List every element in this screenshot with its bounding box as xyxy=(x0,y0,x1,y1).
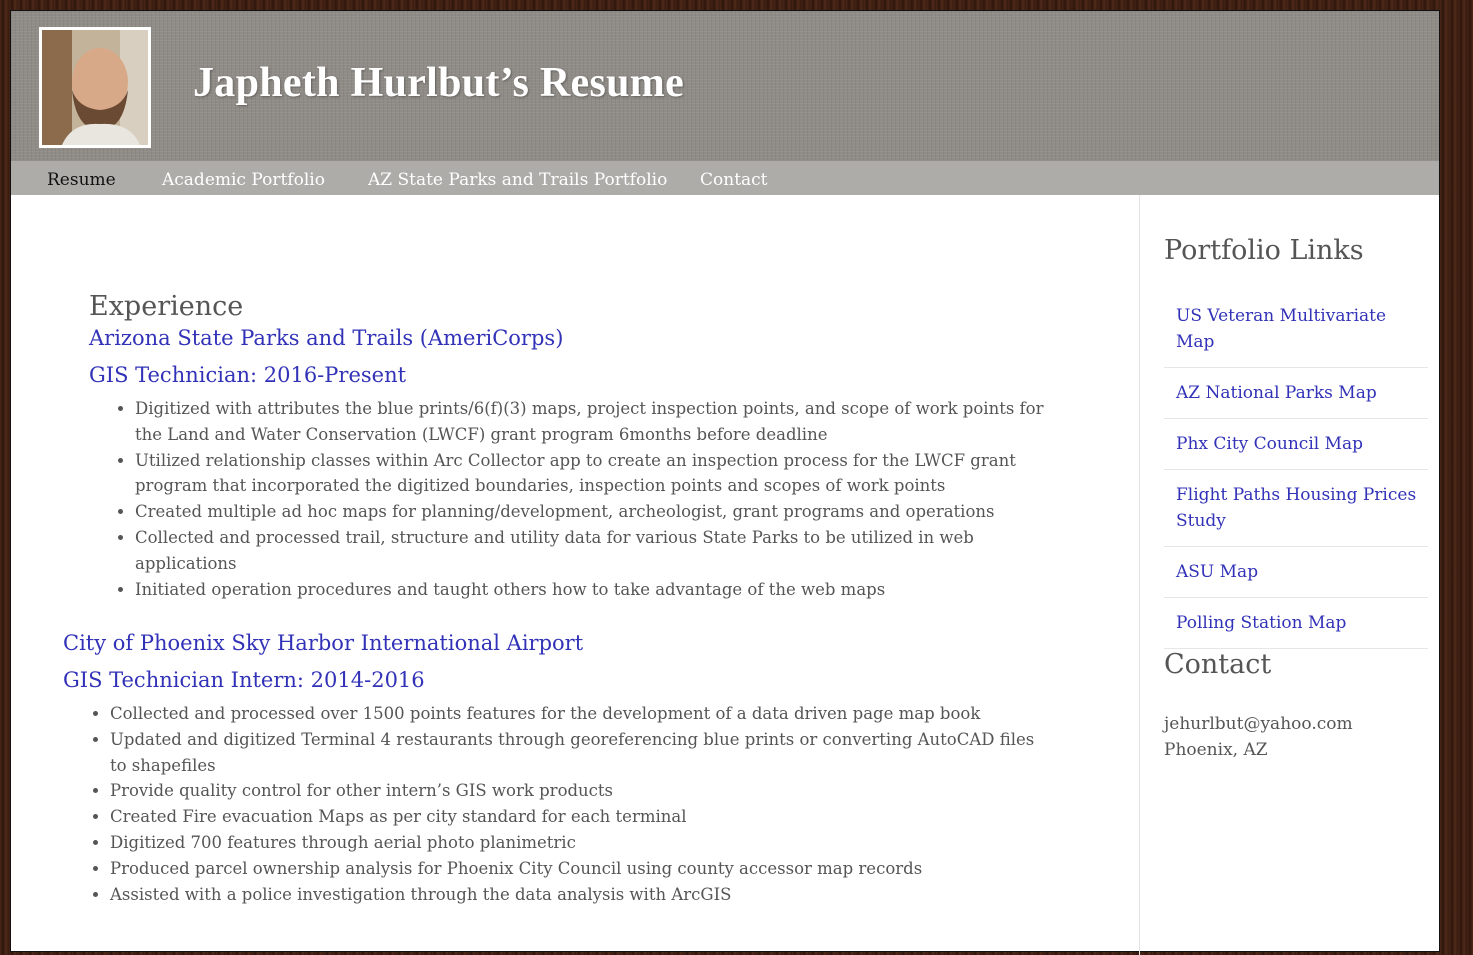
list-item: Digitized 700 features through aerial ph… xyxy=(110,830,1050,856)
list-item: ASU Map xyxy=(1164,547,1428,598)
list-item: Collected and processed over 1500 points… xyxy=(110,701,1050,727)
list-item: Assisted with a police investigation thr… xyxy=(110,882,1050,908)
list-item: Flight Paths Housing Prices Study xyxy=(1164,470,1428,547)
list-item: Provide quality control for other intern… xyxy=(110,778,1050,804)
portfolio-link-polling-station-map[interactable]: Polling Station Map xyxy=(1176,610,1420,636)
list-item: US Veteran Multivariate Map xyxy=(1164,291,1428,368)
nav-item-academic-portfolio[interactable]: Academic Portfolio xyxy=(162,161,325,195)
job-bullets-az-state-parks: Digitized with attributes the blue print… xyxy=(115,396,1075,602)
portfolio-link-us-veteran-map[interactable]: US Veteran Multivariate Map xyxy=(1176,303,1420,355)
job-bullets-phoenix-sky-harbor: Collected and processed over 1500 points… xyxy=(90,701,1050,907)
contact-location: Phoenix, AZ xyxy=(1164,740,1268,760)
list-item: Collected and processed trail, structure… xyxy=(135,525,1075,577)
list-item: Utilized relationship classes within Arc… xyxy=(135,448,1075,500)
list-item: Produced parcel ownership analysis for P… xyxy=(110,856,1050,882)
profile-photo-image xyxy=(42,30,148,145)
portfolio-link-flight-paths-study[interactable]: Flight Paths Housing Prices Study xyxy=(1176,482,1420,534)
main-nav: Resume Academic Portfolio AZ State Parks… xyxy=(11,161,1439,195)
nav-item-az-state-parks-portfolio[interactable]: AZ State Parks and Trails Portfolio xyxy=(368,161,667,195)
job-title-gis-technician-intern: GIS Technician Intern: 2014-2016 xyxy=(63,668,425,692)
page: Japheth Hurlbut’s Resume Resume Academic… xyxy=(10,10,1440,955)
main-content: Experience Arizona State Parks and Trail… xyxy=(11,195,1139,955)
job-org-phoenix-sky-harbor: City of Phoenix Sky Harbor International… xyxy=(63,631,584,655)
contact-heading: Contact xyxy=(1164,649,1272,680)
nav-item-resume[interactable]: Resume xyxy=(47,161,116,195)
list-item: Polling Station Map xyxy=(1164,598,1428,649)
contact-email: jehurlbut@yahoo.com xyxy=(1164,714,1353,734)
portfolio-link-asu-map[interactable]: ASU Map xyxy=(1176,559,1420,585)
experience-heading: Experience xyxy=(89,291,244,322)
list-item: Created multiple ad hoc maps for plannin… xyxy=(135,499,1075,525)
portfolio-links-list: US Veteran Multivariate Map AZ National … xyxy=(1164,291,1428,649)
job-title-gis-technician: GIS Technician: 2016-Present xyxy=(89,363,407,387)
portfolio-link-az-national-parks-map[interactable]: AZ National Parks Map xyxy=(1176,380,1420,406)
profile-photo xyxy=(39,27,151,148)
list-item: Phx City Council Map xyxy=(1164,419,1428,470)
list-item: Created Fire evacuation Maps as per city… xyxy=(110,804,1050,830)
site-header: Japheth Hurlbut’s Resume xyxy=(11,11,1439,161)
list-item: Digitized with attributes the blue print… xyxy=(135,396,1075,448)
portfolio-links-heading: Portfolio Links xyxy=(1164,235,1364,266)
list-item: Initiated operation procedures and taugh… xyxy=(135,577,1075,603)
list-item: AZ National Parks Map xyxy=(1164,368,1428,419)
list-item: Updated and digitized Terminal 4 restaur… xyxy=(110,727,1050,779)
site-title: Japheth Hurlbut’s Resume xyxy=(193,60,685,106)
portfolio-link-phx-city-council-map[interactable]: Phx City Council Map xyxy=(1176,431,1420,457)
nav-item-contact[interactable]: Contact xyxy=(700,161,768,195)
job-org-az-state-parks: Arizona State Parks and Trails (AmeriCor… xyxy=(89,326,564,350)
sidebar: Portfolio Links US Veteran Multivariate … xyxy=(1139,195,1440,955)
